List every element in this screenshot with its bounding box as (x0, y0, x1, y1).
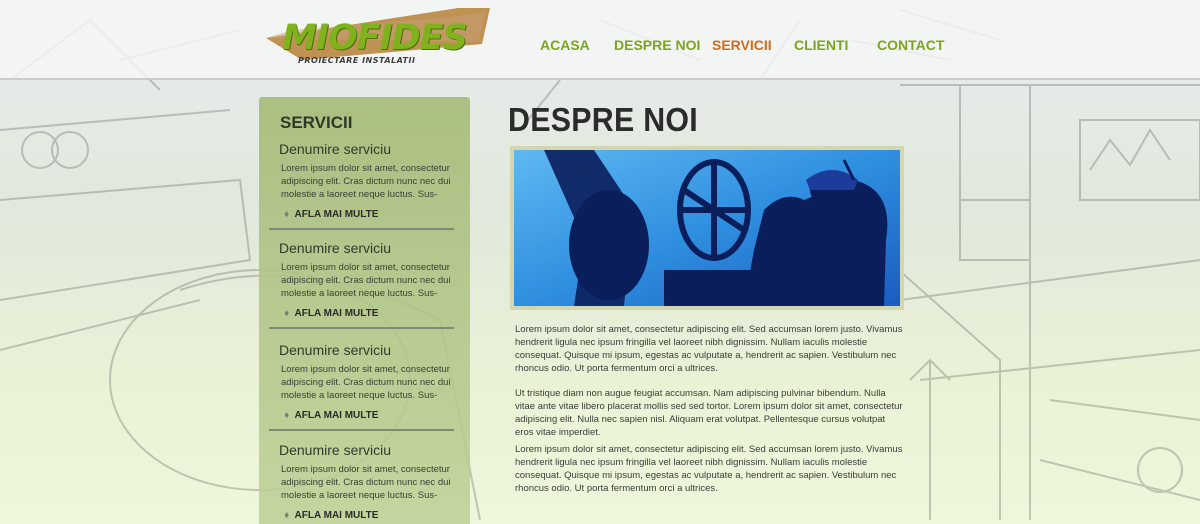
services-sidebar: SERVICII Denumire serviciu Lorem ipsum d… (259, 97, 470, 524)
arrow-right-icon: ➧ (283, 209, 291, 219)
divider (269, 327, 454, 329)
service-name[interactable]: Denumire serviciu (279, 442, 391, 458)
service-description: Lorem ipsum dolor sit amet, consectetur … (281, 163, 451, 200)
sidebar-title: SERVICII (280, 113, 353, 132)
body-paragraph: Ut tristique diam non augue feugiat accu… (515, 388, 903, 438)
page-title: DESPRE NOI (508, 101, 699, 138)
service-description: Lorem ipsum dolor sit amet, consectetur … (281, 464, 451, 501)
site-header: MIOFIDES PROIECTARE INSTALATII ACASA DES… (0, 0, 1200, 80)
read-more-label: AFLA MAI MULTE (294, 308, 379, 319)
nav-item-despre-noi[interactable]: DESPRE NOI (614, 37, 700, 53)
service-name[interactable]: Denumire serviciu (279, 240, 391, 256)
read-more-label: AFLA MAI MULTE (294, 209, 379, 220)
nav-item-acasa[interactable]: ACASA (540, 37, 590, 53)
service-name[interactable]: Denumire serviciu (279, 342, 391, 358)
read-more-label: AFLA MAI MULTE (294, 510, 379, 521)
nav-item-servicii[interactable]: SERVICII (712, 37, 772, 53)
read-more-link[interactable]: ➧ AFLA MAI MULTE (283, 209, 378, 220)
main-nav: ACASA DESPRE NOI SERVICII CLIENTI CONTAC… (0, 37, 1200, 57)
body-paragraph: Lorem ipsum dolor sit amet, consectetur … (515, 324, 903, 374)
read-more-link[interactable]: ➧ AFLA MAI MULTE (283, 308, 378, 319)
nav-item-clienti[interactable]: CLIENTI (794, 37, 848, 53)
workers-valve-photo (514, 150, 900, 306)
service-name[interactable]: Denumire serviciu (279, 141, 391, 157)
hero-image (510, 146, 904, 310)
read-more-link[interactable]: ➧ AFLA MAI MULTE (283, 410, 378, 421)
body-paragraph: Lorem ipsum dolor sit amet, consectetur … (515, 444, 903, 494)
service-description: Lorem ipsum dolor sit amet, consectetur … (281, 262, 451, 299)
nav-item-contact[interactable]: CONTACT (877, 37, 944, 53)
arrow-right-icon: ➧ (283, 410, 291, 420)
arrow-right-icon: ➧ (283, 308, 291, 318)
arrow-right-icon: ➧ (283, 510, 291, 520)
logo-tagline: PROIECTARE INSTALATII (298, 56, 416, 65)
divider (269, 429, 454, 431)
service-description: Lorem ipsum dolor sit amet, consectetur … (281, 364, 451, 401)
read-more-link[interactable]: ➧ AFLA MAI MULTE (283, 510, 378, 521)
read-more-label: AFLA MAI MULTE (294, 410, 379, 421)
divider (269, 228, 454, 230)
